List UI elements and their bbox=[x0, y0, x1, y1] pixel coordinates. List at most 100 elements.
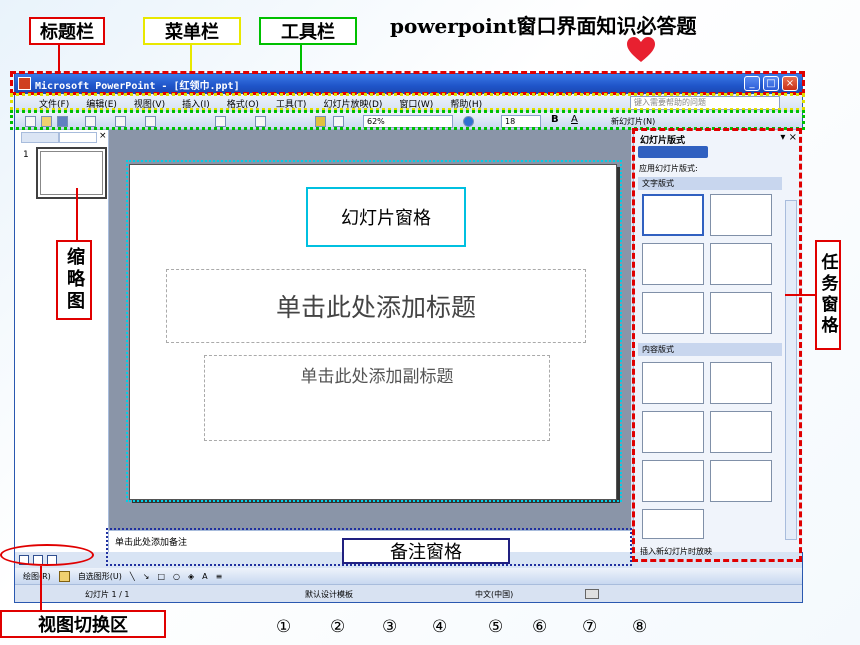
layout-four-content[interactable] bbox=[642, 460, 704, 502]
layout-two-content[interactable] bbox=[710, 411, 772, 453]
layout-vertical-title[interactable] bbox=[710, 292, 772, 334]
maximize-button[interactable]: □ bbox=[763, 76, 779, 91]
print-icon[interactable] bbox=[85, 116, 96, 127]
font-size-value: 18 bbox=[505, 117, 516, 126]
font-color-button[interactable]: A bbox=[571, 114, 578, 125]
window-title: Microsoft PowerPoint - [红领巾.ppt] bbox=[35, 80, 240, 92]
layout-blank[interactable] bbox=[642, 362, 704, 404]
menu-edit[interactable]: 编辑(E) bbox=[86, 97, 117, 110]
layout-title-four-content[interactable] bbox=[710, 460, 772, 502]
title-placeholder[interactable]: 单击此处添加标题 bbox=[166, 269, 586, 343]
number-3: ③ bbox=[382, 617, 398, 637]
show-on-insert-checkbox[interactable]: 插入新幻灯片时放映 bbox=[640, 546, 712, 557]
menu-tools[interactable]: 工具(T) bbox=[276, 97, 307, 110]
outline-tab[interactable] bbox=[21, 132, 59, 143]
cut-icon[interactable] bbox=[145, 116, 156, 127]
oval-icon[interactable]: ○ bbox=[173, 572, 180, 581]
new-slide-button[interactable]: 新幻灯片(N) bbox=[611, 116, 655, 127]
number-8: ⑧ bbox=[632, 617, 648, 637]
layout-title-content[interactable] bbox=[642, 411, 704, 453]
subtitle-placeholder[interactable]: 单击此处添加副标题 bbox=[204, 355, 550, 441]
app-icon bbox=[18, 77, 31, 90]
number-7: ⑦ bbox=[582, 617, 598, 637]
task-pane-nav[interactable] bbox=[638, 146, 708, 158]
notes-pane-label: 备注窗格 bbox=[342, 538, 510, 564]
slide-number: 1 bbox=[23, 150, 29, 160]
text-layout-section: 文字版式 bbox=[638, 177, 782, 190]
chart-icon[interactable] bbox=[315, 116, 326, 127]
close-button[interactable]: × bbox=[782, 76, 798, 91]
spellcheck-icon[interactable] bbox=[115, 116, 126, 127]
spellcheck-status-icon bbox=[585, 589, 599, 599]
menu-view[interactable]: 视图(V) bbox=[134, 97, 165, 110]
font-color-icon[interactable]: A bbox=[202, 572, 207, 581]
layout-content[interactable] bbox=[710, 362, 772, 404]
menu-insert[interactable]: 插入(I) bbox=[182, 97, 210, 110]
menu-window[interactable]: 窗口(W) bbox=[399, 97, 433, 110]
show-on-insert-label: 插入新幻灯片时放映 bbox=[640, 547, 712, 556]
new-icon[interactable] bbox=[25, 116, 36, 127]
status-bar: 幻灯片 1 / 1 默认设计模板 中文(中国) bbox=[15, 584, 802, 602]
layout-title-text[interactable] bbox=[642, 243, 704, 285]
zoom-value: 62% bbox=[367, 117, 385, 126]
zoom-select[interactable]: 62% bbox=[363, 115, 453, 128]
minimize-button[interactable]: _ bbox=[744, 76, 760, 91]
undo-icon[interactable] bbox=[255, 116, 266, 127]
line-icon[interactable]: ╲ bbox=[130, 572, 135, 581]
layout-title-only[interactable] bbox=[710, 194, 772, 236]
pointer-icon[interactable] bbox=[58, 570, 70, 582]
number-5: ⑤ bbox=[488, 617, 504, 637]
menu-file[interactable]: 文件(F) bbox=[39, 97, 69, 110]
layout-two-column[interactable] bbox=[710, 243, 772, 285]
task-pane-label: 任务窗格 bbox=[815, 240, 841, 350]
menu-bar-label: 菜单栏 bbox=[143, 17, 241, 45]
slide-pane-label: 幻灯片窗格 bbox=[306, 187, 466, 247]
number-1: ① bbox=[276, 617, 292, 637]
help-icon[interactable] bbox=[463, 116, 474, 127]
drawing-toolbar: 绘图(R) 自选图形(U) ╲ ↘ □ ○ ◈ A ≡ bbox=[15, 568, 802, 584]
menu-format[interactable]: 格式(O) bbox=[227, 97, 259, 110]
bold-button[interactable]: B bbox=[551, 114, 559, 125]
title-bar: Microsoft PowerPoint - [红领巾.ppt] bbox=[15, 74, 802, 94]
task-pane-close-icon[interactable]: ▾ × bbox=[780, 132, 797, 143]
draw-menu[interactable]: 绘图(R) bbox=[23, 571, 51, 582]
slide-thumbnail[interactable] bbox=[36, 147, 107, 199]
font-size-select[interactable]: 18 bbox=[501, 115, 541, 128]
title-bar-label: 标题栏 bbox=[29, 17, 105, 45]
title-bar-arrow bbox=[58, 45, 60, 73]
thumbnail-panel: × 1 bbox=[15, 130, 109, 552]
task-pane-arrow bbox=[785, 294, 815, 296]
page-heading: powerpoint窗口界面知识必答题 bbox=[390, 14, 697, 38]
new-slide-label: 新幻灯片(N) bbox=[611, 117, 656, 126]
slides-tab[interactable] bbox=[59, 132, 97, 143]
layout-content-extra[interactable] bbox=[642, 509, 704, 539]
number-2: ② bbox=[330, 617, 346, 637]
status-language: 中文(中国) bbox=[475, 590, 514, 599]
open-icon[interactable] bbox=[41, 116, 52, 127]
view-switch-label: 视图切换区 bbox=[0, 610, 166, 638]
number-6: ⑥ bbox=[532, 617, 548, 637]
save-icon[interactable] bbox=[57, 116, 68, 127]
heart-icon bbox=[626, 36, 656, 64]
task-pane-scrollbar[interactable] bbox=[785, 200, 797, 540]
table-icon[interactable] bbox=[333, 116, 344, 127]
help-search-input[interactable]: 键入需要帮助的问题 bbox=[630, 96, 780, 110]
number-4: ④ bbox=[432, 617, 448, 637]
apply-layout-label: 应用幻灯片版式: bbox=[639, 164, 698, 173]
thumbnail-label: 缩略图 bbox=[56, 240, 92, 320]
powerpoint-window: Microsoft PowerPoint - [红领巾.ppt] _ □ × 文… bbox=[14, 73, 803, 603]
rectangle-icon[interactable]: □ bbox=[157, 572, 165, 581]
layout-title[interactable] bbox=[642, 194, 704, 236]
layout-vertical-text[interactable] bbox=[642, 292, 704, 334]
autoshape-menu[interactable]: 自选图形(U) bbox=[78, 571, 122, 582]
close-panel-icon[interactable]: × bbox=[99, 131, 107, 141]
fill-color-icon[interactable]: ◈ bbox=[188, 572, 194, 581]
task-pane: 幻灯片版式 ▾ × 应用幻灯片版式: 文字版式 内容版式 插入新幻灯片时放映 bbox=[633, 130, 803, 556]
menu-slideshow[interactable]: 幻灯片放映(D) bbox=[323, 97, 382, 110]
menu-help[interactable]: 帮助(H) bbox=[450, 97, 482, 110]
line-style-icon[interactable]: ≡ bbox=[216, 572, 223, 581]
arrow-icon[interactable]: ↘ bbox=[143, 572, 150, 581]
paste-icon[interactable] bbox=[215, 116, 226, 127]
standard-toolbar: 62% 18 B A 新幻灯片(N) bbox=[15, 112, 802, 130]
status-template: 默认设计模板 bbox=[305, 590, 353, 599]
